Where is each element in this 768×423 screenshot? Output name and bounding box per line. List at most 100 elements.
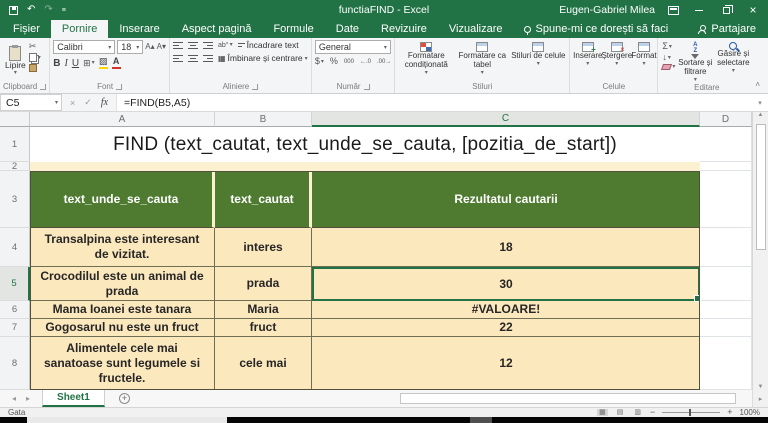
new-sheet-icon[interactable]: + bbox=[118, 393, 130, 404]
paste-button[interactable]: Lipire ▾ bbox=[3, 40, 28, 82]
close-button[interactable]: × bbox=[746, 3, 760, 17]
row-header-2[interactable]: 2 bbox=[0, 161, 30, 172]
tab-home[interactable]: Pornire bbox=[50, 20, 109, 38]
orientation-icon[interactable]: ab° ▾ bbox=[218, 42, 233, 49]
tab-review[interactable]: Revizuire bbox=[370, 20, 438, 38]
row-header-8[interactable]: 8 bbox=[0, 337, 30, 390]
tab-page-layout[interactable]: Aspect pagină bbox=[171, 20, 263, 38]
column-header-a[interactable]: A bbox=[30, 112, 215, 127]
delete-cells-button[interactable]: Ștergere▾ bbox=[601, 40, 632, 82]
format-cells-button[interactable]: Format ▾ bbox=[631, 40, 657, 82]
grid-cell[interactable] bbox=[700, 162, 752, 171]
vertical-scrollbar[interactable]: ▲ ▼ bbox=[752, 112, 768, 390]
cell-b8[interactable]: cele mai bbox=[215, 337, 312, 390]
table-header-c[interactable]: Rezultatul cautarii bbox=[312, 171, 700, 228]
grid-cell[interactable] bbox=[700, 171, 752, 228]
zoom-slider[interactable] bbox=[662, 409, 721, 416]
select-all-corner[interactable] bbox=[0, 112, 30, 127]
column-header-c[interactable]: C bbox=[312, 112, 700, 127]
cancel-entry-icon[interactable]: × bbox=[70, 98, 75, 108]
cell-a5[interactable]: Crocodilul este un animal de prada bbox=[30, 267, 215, 301]
cell-styles-button[interactable]: Stiluri de celule ▾ bbox=[510, 40, 566, 82]
cell-c7[interactable]: 22 bbox=[312, 319, 700, 337]
cell-b6[interactable]: Maria bbox=[215, 301, 312, 319]
redo-icon[interactable]: ↷ bbox=[44, 5, 52, 15]
autosum-icon[interactable]: Σ ▾ bbox=[662, 42, 675, 51]
customize-qat-icon[interactable]: ≡ bbox=[62, 7, 66, 14]
tab-insert[interactable]: Inserare bbox=[108, 20, 170, 38]
align-bottom-icon[interactable] bbox=[202, 41, 213, 49]
underline-button[interactable]: U bbox=[72, 58, 79, 69]
alignment-dialog-launcher[interactable] bbox=[252, 83, 259, 90]
font-color-icon[interactable]: A bbox=[111, 57, 121, 69]
minimize-button[interactable] bbox=[692, 3, 706, 17]
decrease-decimal-icon[interactable]: .00→ bbox=[377, 59, 391, 65]
align-left-icon[interactable] bbox=[172, 54, 183, 62]
prev-sheet-icon[interactable]: ◂ bbox=[12, 394, 16, 403]
row-header-6[interactable]: 6 bbox=[0, 301, 30, 319]
zoom-slider-thumb[interactable] bbox=[689, 409, 692, 416]
font-size-combo[interactable]: 18 ▾ bbox=[117, 40, 144, 54]
align-middle-icon[interactable] bbox=[187, 41, 198, 49]
grid-cell[interactable] bbox=[700, 337, 752, 390]
fill-color-icon[interactable]: ▨ bbox=[98, 57, 108, 69]
merge-center-button[interactable]: ▦ Îmbinare și centrare ▾ bbox=[218, 53, 308, 63]
clipboard-dialog-launcher[interactable] bbox=[40, 83, 47, 90]
tell-me-box[interactable]: Spune-mi ce dorești să faci bbox=[514, 20, 679, 38]
shrink-font-icon[interactable]: A▾ bbox=[157, 43, 166, 51]
copy-icon[interactable]: ▾ bbox=[28, 53, 41, 62]
ribbon-display-options-icon[interactable] bbox=[668, 5, 679, 15]
format-as-table-button[interactable]: Formatare ca tabel ▾ bbox=[454, 40, 510, 82]
grid-cell[interactable] bbox=[700, 228, 752, 267]
table-header-b[interactable]: text_cautat bbox=[215, 171, 312, 228]
conditional-formatting-button[interactable]: Formatare condiționată ▾ bbox=[398, 40, 454, 82]
number-dialog-launcher[interactable] bbox=[363, 83, 370, 90]
page-layout-view-icon[interactable]: ▤ bbox=[615, 409, 626, 416]
row-header-3[interactable]: 3 bbox=[0, 171, 30, 228]
insert-function-icon[interactable]: fx bbox=[101, 97, 108, 108]
cell-b7[interactable]: fruct bbox=[215, 319, 312, 337]
next-sheet-icon[interactable]: ▸ bbox=[26, 394, 30, 403]
cell-c4[interactable]: 18 bbox=[312, 228, 700, 267]
cell-a4[interactable]: Transalpina este interesant de vizitat. bbox=[30, 228, 215, 267]
cell-b4[interactable]: interes bbox=[215, 228, 312, 267]
cell-c5-selected[interactable]: 30 bbox=[312, 267, 701, 302]
zoom-level[interactable]: 100% bbox=[740, 408, 760, 417]
horizontal-scroll-thumb[interactable] bbox=[400, 393, 736, 404]
row-header-4[interactable]: 4 bbox=[0, 228, 30, 267]
vertical-scroll-thumb[interactable] bbox=[755, 124, 766, 250]
comma-style-icon[interactable]: 000 bbox=[344, 59, 354, 65]
align-center-icon[interactable] bbox=[187, 54, 198, 62]
name-box[interactable]: C5 ▾ bbox=[0, 94, 62, 111]
tab-view[interactable]: Vizualizare bbox=[438, 20, 514, 38]
undo-icon[interactable]: ↶ bbox=[27, 5, 35, 15]
borders-icon[interactable]: ⊞ ▾ bbox=[83, 58, 95, 68]
sheet-tab-sheet1[interactable]: Sheet1 bbox=[42, 390, 105, 407]
clear-icon[interactable]: ▾ bbox=[661, 64, 675, 70]
grow-font-icon[interactable]: A▴ bbox=[145, 43, 154, 51]
wrap-text-button[interactable]: Încadrare text bbox=[237, 40, 299, 50]
page-break-view-icon[interactable]: ▥ bbox=[632, 409, 643, 416]
format-painter-icon[interactable] bbox=[28, 64, 41, 72]
grid-cell[interactable] bbox=[30, 162, 700, 171]
grid-cell[interactable] bbox=[700, 127, 752, 162]
cut-icon[interactable]: ✂ bbox=[29, 42, 41, 51]
cell-a7[interactable]: Gogosarul nu este un fruct bbox=[30, 319, 215, 337]
align-top-icon[interactable] bbox=[172, 41, 183, 49]
scroll-up-icon[interactable]: ▲ bbox=[758, 112, 764, 118]
align-right-icon[interactable] bbox=[202, 54, 213, 62]
tab-data[interactable]: Date bbox=[325, 20, 370, 38]
scroll-right-icon[interactable]: ▸ bbox=[752, 390, 768, 407]
italic-button[interactable]: I bbox=[64, 58, 67, 69]
fill-icon[interactable]: ↓ ▾ bbox=[662, 53, 675, 62]
font-name-combo[interactable]: Calibri ▾ bbox=[53, 40, 116, 54]
currency-icon[interactable]: $ ▾ bbox=[315, 57, 324, 66]
column-header-b[interactable]: B bbox=[215, 112, 312, 127]
grid-cell[interactable] bbox=[700, 267, 752, 301]
cell-c8[interactable]: 12 bbox=[312, 337, 700, 390]
tab-file[interactable]: Fișier bbox=[2, 20, 51, 38]
grid-cell[interactable] bbox=[700, 301, 752, 319]
horizontal-scrollbar[interactable] bbox=[400, 390, 752, 407]
confirm-entry-icon[interactable]: ✓ bbox=[84, 97, 92, 108]
zoom-in-icon[interactable]: + bbox=[727, 408, 732, 417]
